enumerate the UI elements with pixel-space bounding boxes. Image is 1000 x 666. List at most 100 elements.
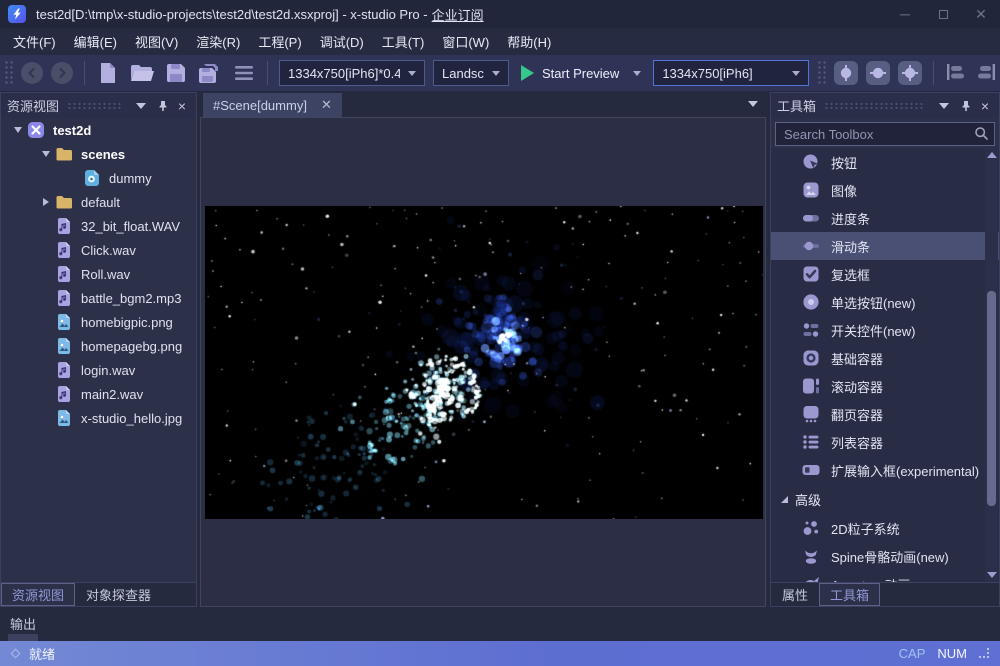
- left-tab-对象探查器[interactable]: 对象探查器: [75, 583, 162, 606]
- panel-drag-grip[interactable]: [824, 101, 925, 110]
- toolbox-panel: 工具箱 × 按钮图像进度条滑动条复选框单选按钮(new) 开关控件(new) 基础容…: [770, 92, 1000, 607]
- minimize-button[interactable]: ─: [886, 0, 924, 28]
- save-button[interactable]: [166, 63, 186, 83]
- left-tab-资源视图[interactable]: 资源视图: [1, 583, 76, 606]
- tree-item-default[interactable]: default: [1, 190, 196, 214]
- toolbox-item-label: 2D粒子系统: [831, 521, 900, 537]
- toolbox-item-switch[interactable]: 开关控件(new): [771, 316, 999, 344]
- anchor-vertical-button[interactable]: [834, 61, 859, 85]
- toolbox-group-label: 高级: [795, 492, 822, 508]
- toolbox-item-label: 按钮: [831, 155, 858, 171]
- toolbox-scrollbar[interactable]: [985, 148, 998, 582]
- toolbox-item-container[interactable]: 基础容器: [771, 344, 999, 372]
- tree-item-battle_bgm2.mp3[interactable]: battle_bgm2.mp3: [1, 286, 196, 310]
- panel-drag-grip[interactable]: [67, 101, 122, 110]
- menu-item-工程P[interactable]: 工程(P): [249, 28, 310, 55]
- start-preview-button[interactable]: Start Preview: [521, 65, 642, 81]
- editor-viewport[interactable]: [200, 117, 766, 607]
- toolbox-group-advanced[interactable]: 高级: [771, 484, 999, 514]
- panel-menu-caret-icon[interactable]: [135, 102, 146, 109]
- menu-item-编辑E[interactable]: 编辑(E): [65, 28, 126, 55]
- toolbox-item-progress[interactable]: 进度条: [771, 204, 999, 232]
- tree-item-32_bit_float.WAV[interactable]: 32_bit_float.WAV: [1, 214, 196, 238]
- tree-expander-icon[interactable]: [37, 198, 55, 206]
- scene-tab[interactable]: #Scene[dummy] ✕: [203, 93, 342, 117]
- toolbox-search-input[interactable]: [775, 122, 995, 146]
- panel-menu-caret-icon[interactable]: [938, 102, 949, 109]
- right-tab-属性[interactable]: 属性: [771, 583, 819, 606]
- tree-item-homebigpic.png[interactable]: homebigpic.png: [1, 310, 196, 334]
- window-list-button[interactable]: [234, 65, 254, 81]
- preview-resolution-dropdown[interactable]: 1334x750[iPh6]: [653, 60, 810, 86]
- tree-item-login.wav[interactable]: login.wav: [1, 358, 196, 382]
- menu-item-视图V[interactable]: 视图(V): [126, 28, 187, 55]
- scene-tab-close-icon[interactable]: ✕: [321, 97, 332, 113]
- toolbox-item-armature[interactable]: Armature动画: [771, 570, 999, 582]
- tree-item-main2.wav[interactable]: main2.wav: [1, 382, 196, 406]
- toolbox-item-scrollview[interactable]: 滚动容器: [771, 372, 999, 400]
- toolbox-item-slider[interactable]: 滑动条: [771, 232, 999, 260]
- orientation-dropdown[interactable]: Landscape: [433, 60, 509, 86]
- panel-close-icon[interactable]: ×: [981, 99, 989, 113]
- tree-item-scenes[interactable]: scenes: [1, 142, 196, 166]
- editbox-icon: [801, 460, 821, 480]
- toolbox-item-listview[interactable]: 列表容器: [771, 428, 999, 456]
- toolbox-item-button[interactable]: 按钮: [771, 148, 999, 176]
- toolbox-item-editbox[interactable]: 扩展输入框(experimental): [771, 456, 999, 484]
- tree-item-x-studio_hello.jpg[interactable]: x-studio_hello.jpg: [1, 406, 196, 430]
- back-button[interactable]: [21, 62, 43, 84]
- toolbox-item-radio[interactable]: 单选按钮(new): [771, 288, 999, 316]
- start-preview-caret[interactable]: [633, 70, 642, 76]
- toolbox-item-label: 翻页容器: [831, 407, 884, 423]
- tree-item-Click.wav[interactable]: Click.wav: [1, 238, 196, 262]
- pin-icon[interactable]: [960, 100, 972, 112]
- toolbar: 1334x750[iPh6]*0.42 Landscape Start Prev…: [0, 55, 1000, 92]
- resolution-scale-dropdown[interactable]: 1334x750[iPh6]*0.42: [279, 60, 425, 86]
- anchor-center-button[interactable]: [898, 61, 923, 85]
- menu-item-帮助H[interactable]: 帮助(H): [498, 28, 560, 55]
- toolbox-item-spine[interactable]: Spine骨骼动画(new): [771, 542, 999, 570]
- pin-icon[interactable]: [157, 100, 169, 112]
- tab-list-caret-icon[interactable]: [748, 101, 758, 107]
- right-tab-工具箱[interactable]: 工具箱: [819, 583, 881, 606]
- panel-close-icon[interactable]: ×: [178, 99, 186, 113]
- tree-item-label: scenes: [81, 146, 126, 162]
- menu-item-渲染R[interactable]: 渲染(R): [187, 28, 249, 55]
- scroll-up-icon[interactable]: [987, 152, 997, 158]
- align-left-icon[interactable]: [946, 63, 966, 84]
- tree-item-dummy[interactable]: dummy: [1, 166, 196, 190]
- tree-expander-icon[interactable]: [9, 127, 27, 133]
- tree-expander-icon[interactable]: [37, 151, 55, 157]
- toolbox-item-particle[interactable]: 2D粒子系统: [771, 514, 999, 542]
- align-right-icon[interactable]: [976, 63, 996, 84]
- tree-item-Roll.wav[interactable]: Roll.wav: [1, 262, 196, 286]
- toolbar-grip[interactable]: [4, 60, 13, 86]
- menu-item-窗口W[interactable]: 窗口(W): [433, 28, 498, 55]
- close-button[interactable]: ✕: [962, 0, 1000, 28]
- forward-button[interactable]: [51, 62, 73, 84]
- new-file-button[interactable]: [98, 62, 118, 84]
- scroll-down-icon[interactable]: [987, 572, 997, 578]
- app-logo-icon: [8, 5, 26, 23]
- slider-icon: [801, 236, 821, 256]
- save-all-button[interactable]: [198, 63, 222, 84]
- scene-canvas[interactable]: [205, 206, 763, 519]
- resize-grip-icon[interactable]: [979, 648, 990, 659]
- toolbar-grip-2[interactable]: [817, 60, 827, 86]
- resolution-scale-value: 1334x750[iPh6]*0.42: [288, 65, 400, 81]
- subscription-link[interactable]: 企业订阅: [432, 5, 484, 24]
- menu-item-调试D[interactable]: 调试(D): [311, 28, 373, 55]
- tree-item-test2d[interactable]: test2d: [1, 118, 196, 142]
- scrollbar-thumb[interactable]: [987, 291, 996, 506]
- resource-panel-tabs: 资源视图 对象探查器: [1, 582, 196, 606]
- open-folder-button[interactable]: [130, 63, 154, 83]
- toolbox-item-checkbox[interactable]: 复选框: [771, 260, 999, 288]
- tree-item-homepagebg.png[interactable]: homepagebg.png: [1, 334, 196, 358]
- toolbox-item-imagectl[interactable]: 图像: [771, 176, 999, 204]
- toolbox-item-pageview[interactable]: 翻页容器: [771, 400, 999, 428]
- menu-item-文件F[interactable]: 文件(F): [4, 28, 65, 55]
- menu-item-工具T[interactable]: 工具(T): [373, 28, 434, 55]
- maximize-button[interactable]: [924, 0, 962, 28]
- output-tab[interactable]: [8, 634, 38, 641]
- anchor-horizontal-button[interactable]: [866, 61, 891, 85]
